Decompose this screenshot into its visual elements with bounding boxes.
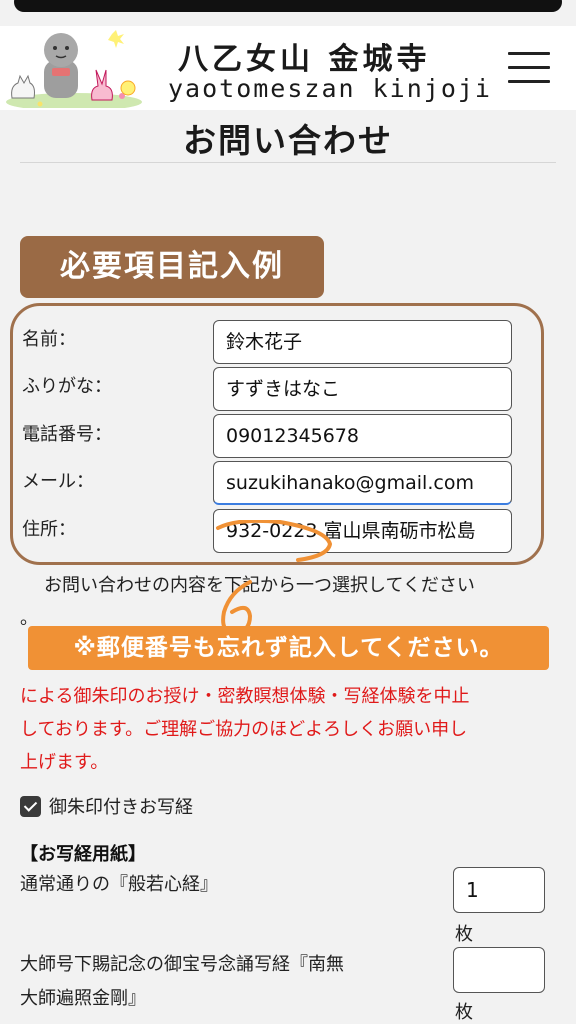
hamburger-menu-icon[interactable] — [506, 48, 552, 88]
suspension-notice: による御朱印のお授け・密教瞑想体験・写経体験を中止 しております。ご理解ご協力の… — [20, 680, 550, 779]
sutra-paper-heading: 【お写経用紙】 — [20, 844, 146, 865]
page-title: お問い合わせ — [183, 121, 393, 160]
phone-label: 電話番号： — [22, 424, 112, 445]
site-name-japanese: 八乙女山 金城寺 — [178, 42, 431, 77]
status-bar — [0, 0, 576, 26]
site-header: 八乙女山 金城寺 yaotomeszan kinjoji — [0, 26, 576, 110]
notice-line: しております。ご理解ご協力のほどよろしくお願い申し — [20, 719, 468, 740]
address-label: 住所： — [22, 519, 76, 540]
phone-field[interactable]: 09012345678 — [213, 414, 512, 458]
quantity-unit: 枚 — [455, 1002, 473, 1023]
name-label: 名前： — [22, 329, 76, 350]
notice-line: 上げます。 — [20, 752, 109, 773]
email-field[interactable]: suzukihanako@gmail.com — [213, 461, 512, 505]
temple-logo-illustration[interactable] — [4, 28, 144, 108]
hannya-shingyo-quantity[interactable]: 1 — [453, 867, 545, 913]
postal-code-reminder: ※郵便番号も忘れず記入してください。 — [28, 626, 549, 670]
daishi-hogo-label-line1: 大師号下賜記念の御宝号念誦写経『南無 — [20, 954, 344, 975]
hannya-shingyo-label: 通常通りの『般若心経』 — [20, 874, 218, 895]
option-label: 御朱印付きお写経 — [49, 797, 193, 818]
daishi-hogo-label-line2: 大師遍照金剛』 — [20, 988, 146, 1009]
option-goshuin-sutra[interactable]: 御朱印付きお写経 — [20, 792, 193, 820]
status-pill — [14, 0, 562, 12]
name-field[interactable]: 鈴木花子 — [213, 320, 512, 364]
furigana-label: ふりがな： — [22, 376, 112, 397]
example-badge: 必要項目記入例 — [20, 236, 324, 298]
quantity-unit: 枚 — [455, 924, 473, 945]
furigana-field[interactable]: すずきはなこ — [213, 367, 512, 411]
site-name-romaji: yaotomeszan kinjoji — [168, 74, 492, 103]
daishi-hogo-quantity[interactable] — [453, 947, 545, 993]
title-divider — [20, 162, 556, 163]
checkbox-checked-icon[interactable] — [20, 795, 41, 817]
notice-line: による御朱印のお授け・密教瞑想体験・写経体験を中止 — [20, 686, 470, 707]
email-label: メール： — [22, 471, 94, 492]
